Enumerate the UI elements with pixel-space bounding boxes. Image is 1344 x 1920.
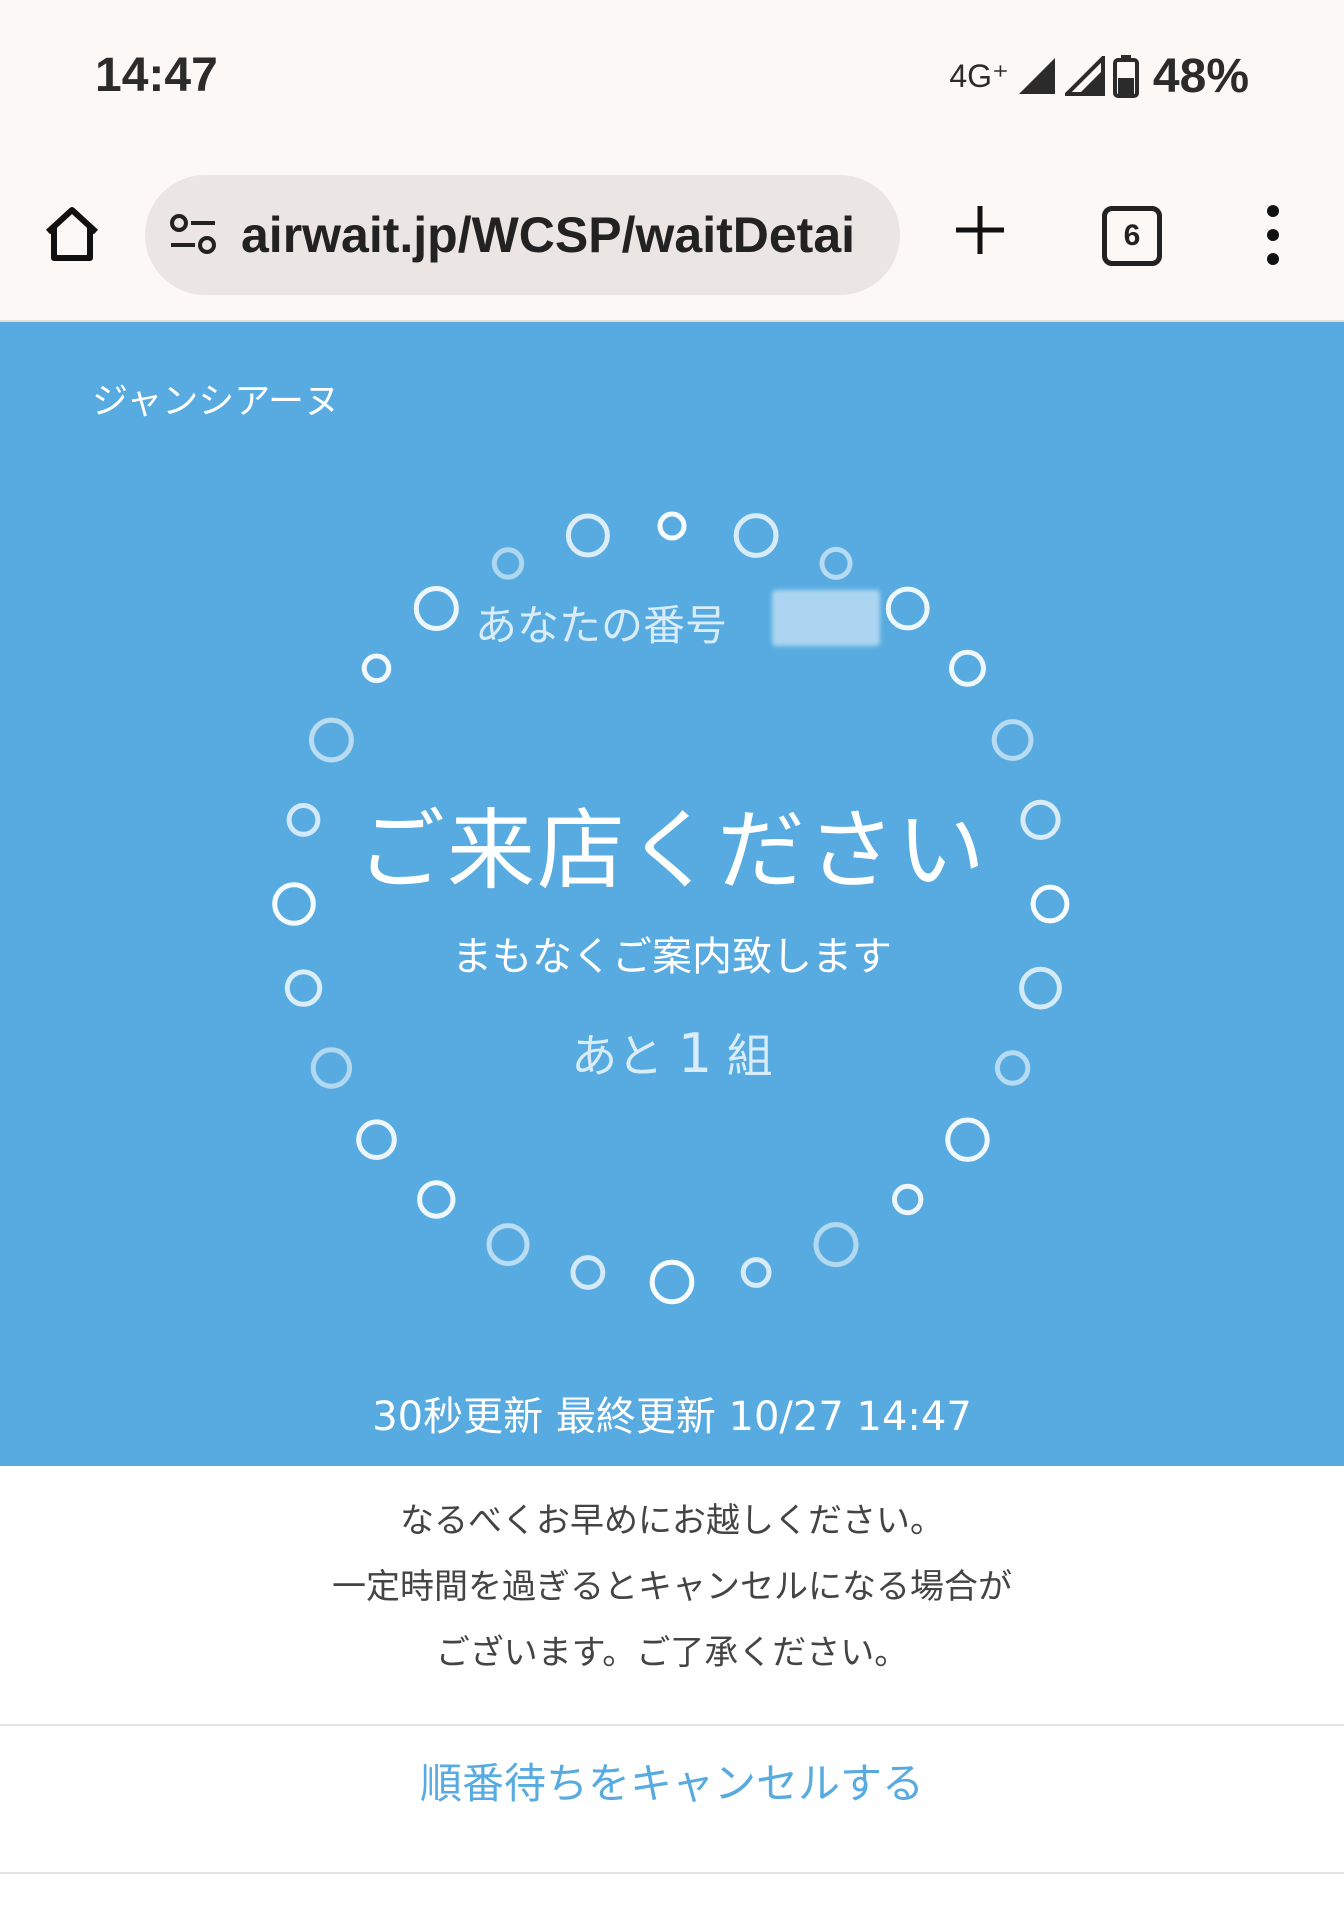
ring-dot <box>819 546 853 580</box>
tab-count: 6 <box>1123 219 1141 252</box>
update-info: 30秒更新 最終更新 10/27 14:47 <box>372 1394 972 1440</box>
signal-icon <box>1018 58 1055 94</box>
network-type: 4G⁺ <box>949 58 1009 94</box>
ring-dot <box>361 653 392 684</box>
notice-line: なるべくお早めにお越しください。 <box>400 1501 944 1541</box>
ring-dot <box>733 513 779 558</box>
ring-dot <box>949 649 986 687</box>
remaining-groups: あと 1 組 <box>0 1020 1344 1086</box>
home-icon[interactable] <box>40 202 104 266</box>
remaining-prefix: あと <box>571 1029 664 1083</box>
ring-dot <box>491 547 525 580</box>
ring-dot <box>570 1255 606 1290</box>
tabs-icon[interactable]: 6 <box>1102 206 1162 266</box>
ring-dot <box>356 1119 397 1161</box>
remaining-suffix: 組 <box>726 1029 773 1083</box>
main-message: ご来店ください <box>356 799 987 902</box>
ring-dot <box>885 586 930 631</box>
ring-dot <box>892 1183 924 1216</box>
notice-line: 一定時間を過ぎるとキャンセルになる場合が <box>332 1567 1012 1607</box>
notice-text: なるべくお早めにお越しください。 一定時間を過ぎるとキャンセルになる場合が ござ… <box>0 1488 1344 1686</box>
status-time: 14:47 <box>95 49 218 102</box>
ring-dot <box>417 1180 456 1219</box>
ring-dot <box>657 511 687 541</box>
notice-line: ございます。ご了承ください。 <box>435 1633 909 1673</box>
plus-icon[interactable] <box>952 202 1008 258</box>
ring-dot <box>649 1259 695 1305</box>
signal-icon <box>1064 56 1105 96</box>
remaining-count: 1 <box>677 1022 713 1085</box>
your-number-label: あなたの番号 <box>475 601 728 650</box>
status-indicators: 4G⁺ 48% <box>949 48 1249 104</box>
your-number-value-redacted <box>772 590 880 646</box>
site-info-icon[interactable] <box>167 209 219 261</box>
cancel-wait-link[interactable]: 順番待ちをキャンセルする <box>0 1750 1344 1811</box>
battery-icon <box>1112 55 1139 98</box>
wait-status-panel: ジャンシアーヌ あなたの番号 ご来店ください まもなくご案内致します あと 1 … <box>0 322 1344 1466</box>
url-text[interactable]: airwait.jp/WCSP/waitDetai <box>241 206 855 264</box>
ring-dot <box>813 1222 859 1268</box>
divider <box>0 1724 1344 1726</box>
ring-dot <box>413 586 459 631</box>
address-bar[interactable]: airwait.jp/WCSP/waitDetai <box>145 175 900 295</box>
ring-dot <box>309 717 354 763</box>
sub-message: まもなくご案内致します <box>452 934 892 980</box>
ring-dot <box>740 1257 772 1288</box>
status-bar: 14:47 4G⁺ 48% <box>0 0 1344 160</box>
ring-dot <box>486 1223 530 1267</box>
ring-dot <box>945 1117 990 1162</box>
browser-toolbar: airwait.jp/WCSP/waitDetai 6 <box>0 160 1344 322</box>
ring-dot <box>565 513 610 558</box>
more-vert-icon[interactable] <box>1258 202 1288 268</box>
divider <box>0 1872 1344 1874</box>
ring-dot <box>991 719 1034 761</box>
battery-level: 48% <box>1152 49 1249 103</box>
